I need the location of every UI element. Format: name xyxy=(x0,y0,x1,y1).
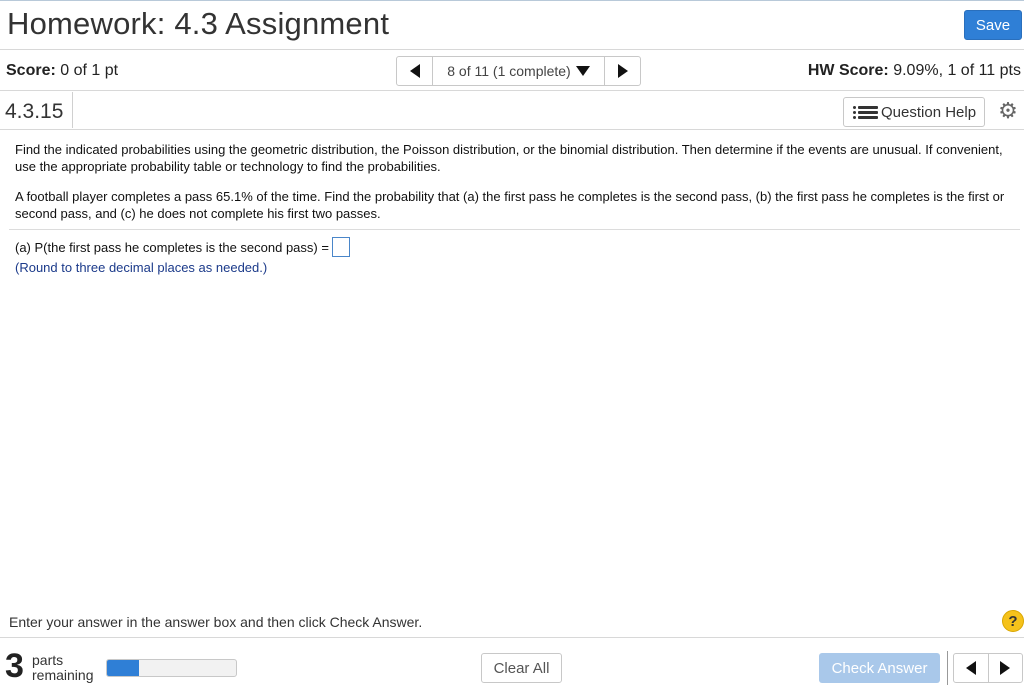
score-label: Score: xyxy=(6,62,56,79)
page-title: Homework: 4.3 Assignment xyxy=(7,6,390,41)
parts-remaining-count: 3 xyxy=(5,647,24,685)
part-a-answer-input[interactable] xyxy=(331,237,350,257)
parts-remaining-label: parts remaining xyxy=(32,653,93,683)
arrow-right-icon xyxy=(1000,661,1011,675)
divider xyxy=(9,229,1020,230)
next-part-button[interactable] xyxy=(989,654,1023,682)
part-pager xyxy=(953,653,1023,683)
next-question-button[interactable] xyxy=(604,57,640,85)
bottom-bar: 3 parts remaining Clear All Check Answer xyxy=(0,639,1024,699)
arrow-left-icon xyxy=(409,64,420,78)
caret-down-icon xyxy=(575,66,590,76)
previous-part-button[interactable] xyxy=(954,654,989,682)
divider xyxy=(947,651,948,685)
footer-hint: Enter your answer in the answer box and … xyxy=(9,614,423,630)
help-question-icon[interactable]: ? xyxy=(1002,610,1024,632)
rounding-note: (Round to three decimal places as needed… xyxy=(15,260,268,275)
question-help-button[interactable]: Question Help xyxy=(843,97,985,127)
question-select-label: 8 of 11 (1 complete) xyxy=(447,63,571,79)
question-problem: A football player completes a pass 65.1%… xyxy=(15,189,1005,221)
question-help-label: Question Help xyxy=(881,103,977,121)
check-answer-button[interactable]: Check Answer xyxy=(819,653,940,683)
parts-label-line2: remaining xyxy=(32,667,94,683)
hw-score: HW Score: 9.09%, 1 of 11 pts xyxy=(808,62,1021,80)
parts-progress-bar xyxy=(106,659,237,677)
part-a-label: (a) P(the first pass he completes is the… xyxy=(15,239,329,255)
question-select-dropdown[interactable]: 8 of 11 (1 complete) xyxy=(433,57,604,85)
save-button[interactable]: Save xyxy=(964,10,1022,40)
score-value: 0 of 1 pt xyxy=(60,62,119,79)
part-a-answer-row: (a) P(the first pass he completes is the… xyxy=(15,237,350,257)
clear-all-button[interactable]: Clear All xyxy=(481,653,562,683)
hw-score-label: HW Score: xyxy=(807,62,889,79)
question-id-bar: 4.3.15 Question Help ⚙ xyxy=(0,92,1024,130)
arrow-right-icon xyxy=(617,64,628,78)
parts-label-line1: parts xyxy=(32,652,64,668)
list-icon xyxy=(853,105,878,119)
gear-icon[interactable]: ⚙ xyxy=(996,99,1020,123)
previous-question-button[interactable] xyxy=(397,57,433,85)
footer-hint-bar: Enter your answer in the answer box and … xyxy=(0,605,1024,638)
question-content: Find the indicated probabilities using t… xyxy=(15,141,1010,235)
divider xyxy=(72,92,73,128)
score: Score: 0 of 1 pt xyxy=(6,62,118,80)
question-navigator: 8 of 11 (1 complete) xyxy=(396,56,641,86)
arrow-left-icon xyxy=(965,661,976,675)
title-bar: Homework: 4.3 Assignment Save xyxy=(0,0,1024,50)
question-id: 4.3.15 xyxy=(5,100,64,123)
question-instructions: Find the indicated probabilities using t… xyxy=(15,142,1003,174)
score-bar: Score: 0 of 1 pt 8 of 11 (1 complete) HW… xyxy=(0,51,1024,91)
progress-fill xyxy=(107,660,140,676)
hw-score-value: 9.09%, 1 of 11 pts xyxy=(893,62,1021,79)
